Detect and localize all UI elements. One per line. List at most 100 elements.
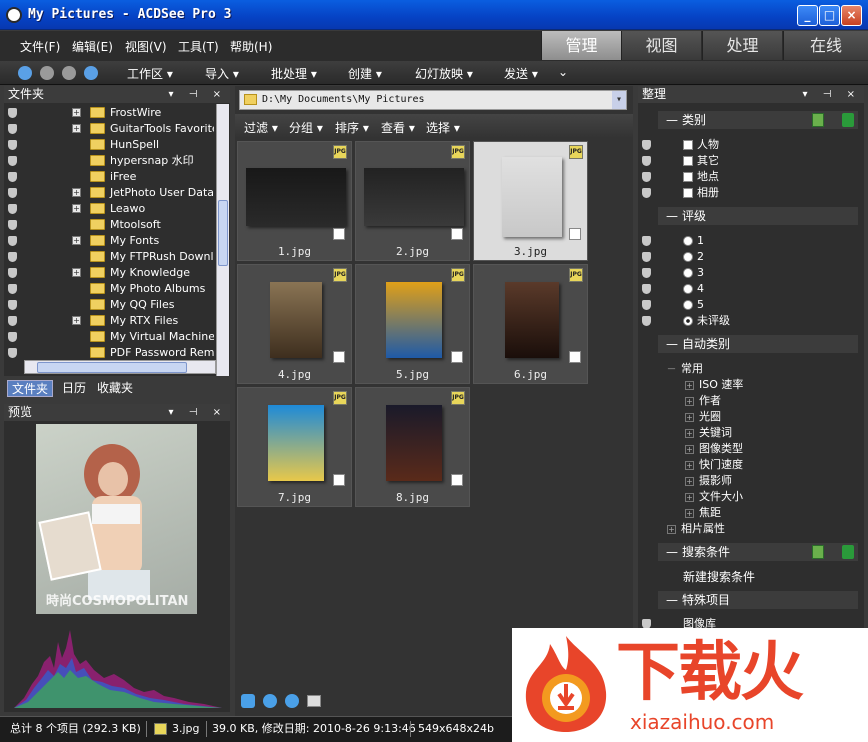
new-search-link[interactable]: 新建搜索条件 [683, 569, 755, 585]
filter-menu[interactable]: 过滤 ▾ [244, 119, 278, 136]
expand-icon[interactable]: + [72, 188, 81, 197]
mode-tab-process[interactable]: 处理 [702, 31, 782, 60]
expand-icon[interactable]: + [72, 268, 81, 277]
expand-icon[interactable]: + [685, 492, 694, 502]
expand-icon[interactable]: + [72, 236, 81, 245]
rating-item[interactable]: 2 [683, 249, 704, 265]
folder-item[interactable]: + My RTX Files [4, 313, 214, 329]
panel-controls[interactable]: ▾ ⊣ × [803, 86, 861, 103]
rating-item[interactable]: 1 [683, 233, 704, 249]
expand-icon[interactable]: + [72, 124, 81, 133]
folder-item[interactable]: My Photo Albums [4, 281, 214, 297]
toolbar-import[interactable]: 导入 ▾ [205, 65, 239, 82]
expand-icon[interactable]: + [685, 380, 694, 390]
expand-icon[interactable]: + [667, 524, 676, 534]
menu-view[interactable]: 视图(V) [125, 38, 167, 55]
category-checkbox[interactable] [683, 188, 693, 198]
folder-item[interactable]: + Leawo [4, 201, 214, 217]
select-menu[interactable]: 选择 ▾ [426, 119, 460, 136]
auto-category-item[interactable]: + 摄影师 [685, 473, 732, 489]
folder-item[interactable]: PDF Password Remover [4, 345, 214, 361]
rotate-right-icon[interactable] [285, 694, 299, 708]
category-item[interactable]: 其它 [683, 153, 719, 169]
new-search-icon[interactable] [842, 545, 854, 559]
minimize-button[interactable]: _ [797, 5, 818, 26]
expand-icon[interactable]: + [72, 204, 81, 213]
maximize-button[interactable]: □ [819, 5, 840, 26]
folder-item[interactable]: HunSpell [4, 137, 214, 153]
expand-icon[interactable]: + [685, 396, 694, 406]
section-rating[interactable]: — 评级 [658, 207, 858, 225]
menu-file[interactable]: 文件(F) [20, 38, 60, 55]
thumbnail-item[interactable]: JPG 6.jpg [473, 264, 588, 384]
category-checkbox[interactable] [683, 172, 693, 182]
folder-item[interactable]: + FrostWire [4, 105, 214, 121]
up-icon[interactable] [84, 66, 98, 80]
menu-tools[interactable]: 工具(T) [178, 38, 219, 55]
rotate-left-icon[interactable] [263, 694, 277, 708]
toolbar-slideshow[interactable]: 幻灯放映 ▾ [415, 65, 473, 82]
folder-tree-hscrollbar[interactable] [24, 360, 216, 374]
category-item[interactable]: 人物 [683, 137, 719, 153]
folder-item[interactable]: + My Fonts [4, 233, 214, 249]
tab-favorites[interactable]: 收藏夹 [93, 380, 137, 397]
folder-item[interactable]: My FTPRush Downloads [4, 249, 214, 265]
thumbnail-item[interactable]: JPG 4.jpg [237, 264, 352, 384]
auto-extra[interactable]: + 相片属性 [667, 521, 725, 537]
auto-category-item[interactable]: + 图像类型 [685, 441, 743, 457]
mode-tab-view[interactable]: 视图 [621, 31, 701, 60]
rating-radio[interactable] [683, 252, 693, 262]
toolbar-overflow-icon[interactable]: ⌄ [558, 65, 568, 79]
thumbnail-checkbox[interactable] [451, 351, 463, 363]
folder-item[interactable]: + JetPhoto User Data [4, 185, 214, 201]
auto-category-item[interactable]: + 焦距 [685, 505, 721, 521]
auto-group[interactable]: — 常用 [667, 361, 704, 377]
expand-icon[interactable]: + [685, 412, 694, 422]
folder-tree-scroll-thumb[interactable] [218, 200, 228, 266]
rating-radio[interactable] [683, 300, 693, 310]
rating-item[interactable]: 4 [683, 281, 704, 297]
expand-icon[interactable]: + [685, 476, 694, 486]
thumbnail-item[interactable]: JPG 5.jpg [355, 264, 470, 384]
expand-icon[interactable]: + [72, 316, 81, 325]
expand-icon[interactable]: + [685, 444, 694, 454]
expand-icon[interactable]: + [685, 508, 694, 518]
thumbnail-item[interactable]: JPG 7.jpg [237, 387, 352, 507]
rating-item[interactable]: 未评级 [683, 313, 730, 329]
auto-category-item[interactable]: + 作者 [685, 393, 721, 409]
rating-radio[interactable] [683, 316, 693, 326]
rating-item[interactable]: 3 [683, 265, 704, 281]
thumbnail-item[interactable]: JPG 1.jpg [237, 141, 352, 261]
expand-icon[interactable]: + [72, 108, 81, 117]
auto-category-item[interactable]: + 关键词 [685, 425, 732, 441]
folder-item[interactable]: hypersnap 水印 [4, 153, 214, 169]
thumbnail-checkbox[interactable] [451, 228, 463, 240]
category-item[interactable]: 相册 [683, 185, 719, 201]
rating-item[interactable]: 5 [683, 297, 704, 313]
folder-item[interactable]: My Virtual Machines [4, 329, 214, 345]
new-category-icon[interactable] [842, 113, 854, 127]
toolbar-send[interactable]: 发送 ▾ [504, 65, 538, 82]
auto-category-item[interactable]: + 文件大小 [685, 489, 743, 505]
category-add-icon[interactable] [812, 113, 824, 127]
thumbnail-checkbox[interactable] [451, 474, 463, 486]
tab-folders[interactable]: 文件夹 [7, 380, 54, 397]
folder-item[interactable]: My QQ Files [4, 297, 214, 313]
toolbar-workspace[interactable]: 工作区 ▾ [127, 65, 173, 82]
tab-calendar[interactable]: 日历 [58, 380, 90, 397]
panel-controls[interactable]: ▾ ⊣ × [169, 86, 227, 103]
expand-icon[interactable]: + [685, 460, 694, 470]
thumbnail-item[interactable]: JPG 3.jpg [473, 141, 588, 261]
mode-tab-online[interactable]: 在线 [783, 31, 868, 60]
thumbnail-checkbox[interactable] [333, 474, 345, 486]
auto-category-item[interactable]: + ISO 速率 [685, 377, 743, 393]
close-button[interactable]: × [841, 5, 862, 26]
folder-item[interactable]: + GuitarTools Favorites [4, 121, 214, 137]
group-menu[interactable]: 分组 ▾ [289, 119, 323, 136]
folder-tree-scrollbar[interactable] [216, 104, 229, 376]
section-search[interactable]: — 搜索条件 [658, 543, 858, 561]
rating-radio[interactable] [683, 284, 693, 294]
path-dropdown-icon[interactable]: ▾ [612, 91, 626, 109]
menu-edit[interactable]: 编辑(E) [72, 38, 113, 55]
section-auto-categories[interactable]: — 自动类别 [658, 335, 858, 353]
